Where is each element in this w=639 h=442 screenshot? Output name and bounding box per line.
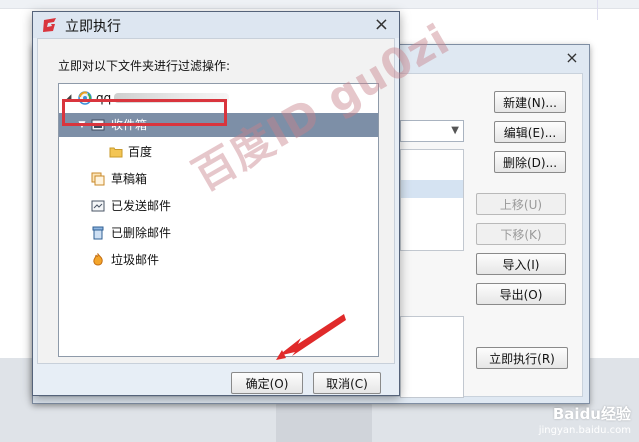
dialog-instruction: 立即对以下文件夹进行过滤操作: xyxy=(58,59,231,73)
dialog-titlebar: 立即执行 × xyxy=(33,12,399,38)
baidu-brand: Baidu经验 xyxy=(552,405,631,423)
tree-item-label: 已发送邮件 xyxy=(111,199,172,213)
dialog-footer: 确定(O) 取消(C) xyxy=(33,364,399,395)
delete-button[interactable]: 删除(D)... xyxy=(494,151,566,173)
baidu-url: jingyan.baidu.com xyxy=(538,425,631,436)
move-down-button[interactable]: 下移(K) xyxy=(476,223,566,245)
background-toolbar-strip xyxy=(0,0,639,9)
filter-rule-list[interactable] xyxy=(400,149,464,251)
spam-icon xyxy=(93,253,103,266)
background-divider xyxy=(597,0,598,20)
app-logo-watermark xyxy=(276,400,372,442)
chevron-down-icon: ▼ xyxy=(451,125,459,136)
export-button[interactable]: 导出(O) xyxy=(476,283,566,305)
folder-icon xyxy=(109,147,123,158)
foxmail-logo-icon xyxy=(43,18,56,32)
run-now-button[interactable]: 立即执行(R) xyxy=(476,347,568,369)
tree-item-spam[interactable]: 垃圾邮件 xyxy=(59,248,378,272)
dialog-title: 立即执行 xyxy=(65,19,121,35)
filter-rule-selected-row[interactable] xyxy=(401,180,463,198)
tree-item-label: 垃圾邮件 xyxy=(111,253,160,267)
tree-item-label: 已删除邮件 xyxy=(111,226,172,240)
tree-item-label: 百度 xyxy=(128,145,153,159)
tree-item-deleted[interactable]: 已删除邮件 xyxy=(59,221,378,245)
ok-button[interactable]: 确定(O) xyxy=(231,372,303,394)
sent-icon xyxy=(91,200,105,212)
tree-item-label: 草稿箱 xyxy=(111,172,148,186)
trash-icon xyxy=(92,226,104,240)
cancel-button[interactable]: 取消(C) xyxy=(313,372,381,394)
import-button[interactable]: 导入(I) xyxy=(476,253,566,275)
drafts-icon xyxy=(91,172,105,186)
filter-manager-close-button[interactable]: × xyxy=(563,49,581,67)
baidu-jingyan-badge: Baidu经验 jingyan.baidu.com xyxy=(539,403,631,436)
pointer-arrow-annotation xyxy=(276,314,346,360)
filter-account-select[interactable]: ▼ xyxy=(400,120,464,142)
highlight-box-annotation xyxy=(62,99,227,126)
filter-rule-description xyxy=(400,316,464,398)
edit-button[interactable]: 编辑(E)... xyxy=(494,121,566,143)
new-button[interactable]: 新建(N)... xyxy=(494,91,566,113)
move-up-button[interactable]: 上移(U) xyxy=(476,193,566,215)
